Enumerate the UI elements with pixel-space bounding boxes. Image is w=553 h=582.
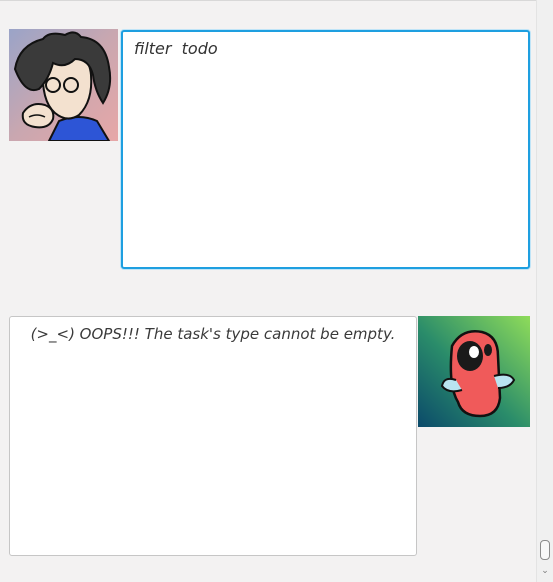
scrollbar-thumb[interactable] <box>540 540 550 560</box>
vertical-scrollbar[interactable]: ⌄ <box>536 0 553 582</box>
user-avatar-image <box>9 29 118 141</box>
user-avatar <box>9 29 118 141</box>
bot-avatar <box>418 316 530 427</box>
dialog-container[interactable]: filter todo (>_<) OOPS!!! The task's typ… <box>0 0 536 582</box>
scroll-down-arrow-icon[interactable]: ⌄ <box>540 566 550 576</box>
user-message-bubble[interactable]: filter todo <box>121 30 530 269</box>
bot-avatar-image <box>418 316 530 427</box>
bot-message-bubble[interactable]: (>_<) OOPS!!! The task's type cannot be … <box>9 316 417 556</box>
user-message-text: filter todo <box>134 39 218 58</box>
bot-message-text: (>_<) OOPS!!! The task's type cannot be … <box>30 325 396 343</box>
